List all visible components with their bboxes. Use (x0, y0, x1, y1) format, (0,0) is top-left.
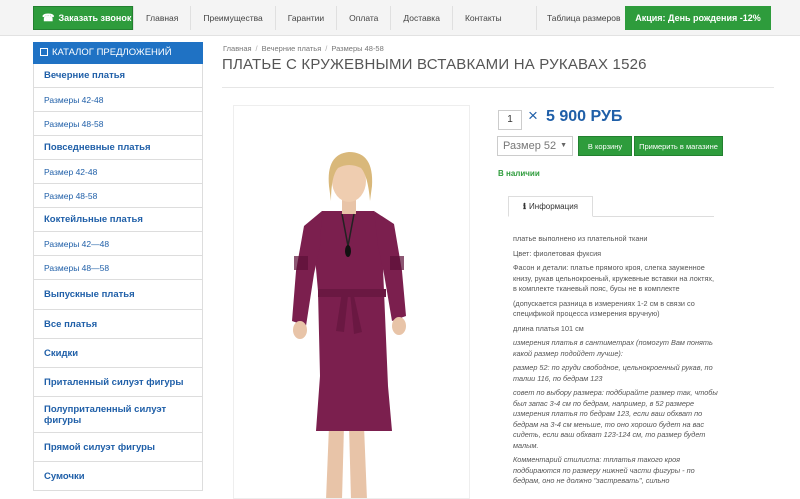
divider (222, 87, 774, 88)
breadcrumb-home[interactable]: Главная (223, 44, 252, 53)
sidebar-subitem-evening-48-58[interactable]: Размеры 48-58 (33, 112, 203, 136)
dress-model-image (292, 152, 406, 498)
size-select-value: Размер 52 (503, 140, 557, 152)
sidebar-item-casual-dresses[interactable]: Повседневные платья (33, 136, 203, 160)
sidebar-subitem-casual-42-48[interactable]: Размер 42-48 (33, 160, 203, 184)
product-photo[interactable] (233, 105, 470, 499)
breadcrumb-evening-dresses[interactable]: Вечерние платья (262, 44, 322, 53)
sidebar-subitem-cocktail-48-58[interactable]: Размеры 48—58 (33, 256, 203, 280)
sidebar-item-all-dresses[interactable]: Все платья (33, 310, 203, 339)
sidebar-item-cocktail-dresses[interactable]: Коктейльные платья (33, 208, 203, 232)
nav-link-advantages[interactable]: Преимущества (190, 6, 274, 30)
description-paragraph: измерения платья в сантиметрах (помогут … (513, 338, 713, 358)
sidebar-item-fitted-silhouette[interactable]: Приталенный силуэт фигуры (33, 368, 203, 397)
nav-link-delivery[interactable]: Доставка (390, 6, 452, 30)
description-paragraph: совет по выбору размера: подбирайте разм… (513, 388, 718, 450)
tab-information-label: Информация (529, 202, 579, 211)
description-paragraph: размер 52: по груди свободное, цельнокро… (513, 363, 713, 383)
info-icon: ℹ (522, 202, 527, 211)
availability-status: В наличии (498, 169, 540, 178)
sidebar-item-semi-fitted-silhouette[interactable]: Полуприталенный силуэт фигуры (33, 397, 203, 433)
product-description: платье выполнено из плательной ткани Цве… (513, 234, 718, 491)
phone-icon: ☎ (42, 12, 55, 24)
promo-banner[interactable]: Акция: День рождения -12% (625, 6, 771, 30)
bag-icon (40, 48, 48, 56)
nav-link-home[interactable]: Главная (133, 6, 190, 30)
sidebar-subitem-evening-42-48[interactable]: Размеры 42-48 (33, 88, 203, 112)
quantity-input[interactable]: 1 (498, 110, 522, 130)
nav-link-payment[interactable]: Оплата (336, 6, 390, 30)
size-select[interactable]: Размер 52 ▼ (497, 136, 573, 156)
add-to-cart-button[interactable]: В корзину (578, 136, 632, 156)
product-title: ПЛАТЬЕ С КРУЖЕВНЫМИ ВСТАВКАМИ НА РУКАВАХ… (222, 56, 647, 73)
catalog-sidebar: КАТАЛОГ ПРЕДЛОЖЕНИЙ Вечерние платья Разм… (33, 42, 203, 491)
tab-information[interactable]: ℹ Информация (508, 196, 593, 217)
sidebar-item-prom-dresses[interactable]: Выпускные платья (33, 280, 203, 310)
sidebar-item-evening-dresses[interactable]: Вечерние платья (33, 64, 203, 88)
sidebar-subitem-cocktail-42-48[interactable]: Размеры 42—48 (33, 232, 203, 256)
call-request-label: Заказать звонок (58, 13, 132, 23)
description-paragraph: Цвет: фиолетовая фуксия (513, 248, 602, 258)
sidebar-item-discounts[interactable]: Скидки (33, 339, 203, 368)
nav-link-guarantees[interactable]: Гарантии (274, 6, 336, 30)
description-paragraph: Комментарий стилиста: тплатья такого кро… (513, 455, 695, 485)
product-price: 5 900 РУБ (546, 108, 623, 125)
main-nav: Главная Преимущества Гарантии Оплата Дос… (133, 6, 514, 30)
chevron-down-icon: ▼ (560, 142, 567, 149)
try-in-store-button[interactable]: Примерить в магазине (634, 136, 723, 156)
catalog-header-label: КАТАЛОГ ПРЕДЛОЖЕНИЙ (52, 47, 172, 58)
nav-link-contacts[interactable]: Контакты (451, 6, 514, 30)
top-navigation-bar: ☎ Заказать звонок Главная Преимущества Г… (0, 0, 800, 36)
multiply-icon: × (528, 106, 538, 125)
sidebar-item-straight-silhouette[interactable]: Прямой силуэт фигуры (33, 433, 203, 462)
sidebar-subitem-casual-48-58[interactable]: Размер 48-58 (33, 184, 203, 208)
description-paragraph: платье выполнено из плательной ткани (513, 234, 648, 243)
description-paragraph: (допускается разница в измерениях 1-2 см… (513, 298, 695, 319)
breadcrumb: Главная / Вечерние платья / Размеры 48-58 (223, 44, 384, 53)
catalog-header: КАТАЛОГ ПРЕДЛОЖЕНИЙ (33, 42, 203, 64)
description-paragraph: Фасон и детали: платье прямого кроя, сле… (513, 263, 715, 293)
call-request-button[interactable]: ☎ Заказать звонок (33, 6, 133, 30)
sidebar-item-handbags[interactable]: Сумочки (33, 462, 203, 491)
description-paragraph: длина платья 101 см (513, 323, 584, 333)
breadcrumb-current[interactable]: Размеры 48-58 (331, 44, 383, 53)
size-table-link[interactable]: Таблица размеров (536, 6, 631, 30)
